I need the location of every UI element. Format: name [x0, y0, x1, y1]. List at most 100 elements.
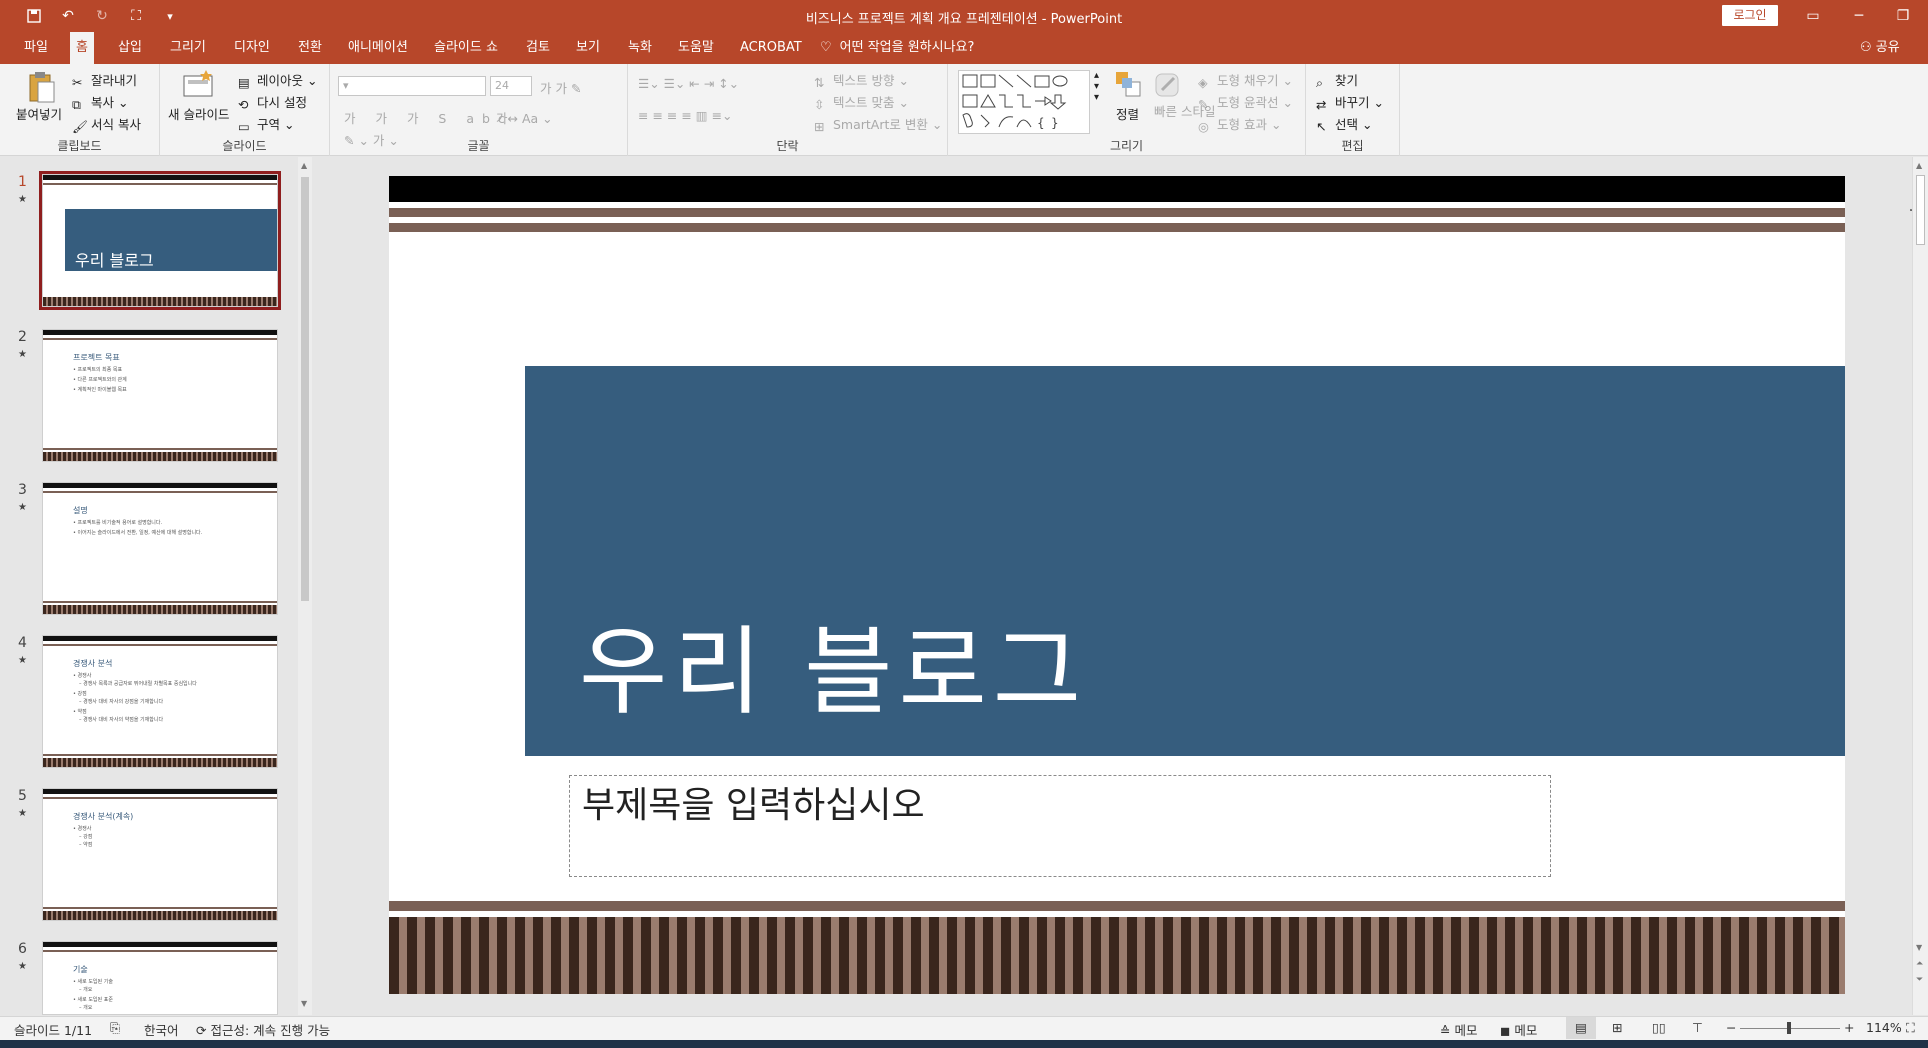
section-button[interactable]: ▭ 구역 ⌄ — [238, 114, 294, 134]
font-format-buttons[interactable]: 가 가 가 S abc — [344, 108, 513, 127]
smartart-button[interactable]: ⊞ SmartArt로 변환 ⌄ — [814, 114, 942, 134]
replace-button[interactable]: ⇄ 바꾸기 ⌄ — [1316, 92, 1384, 112]
bullets-icon[interactable]: ☰⌄ ☰⌄ ⇤ ⇥ ↕⌄ — [638, 76, 739, 91]
tab-help[interactable]: 도움말 — [672, 32, 720, 64]
scroll-down-icon[interactable]: ▼ — [301, 999, 307, 1008]
share-button[interactable]: ⚇ 공유 — [1860, 32, 1900, 64]
copy-icon: ⧉ — [72, 96, 81, 112]
char-spacing-icon[interactable]: 가↔ Aa ⌄ — [496, 108, 553, 127]
thumb-line: • 계획적인 마이블웹 목표 — [73, 387, 127, 393]
subtitle-text[interactable]: 부제목을 입력하십시오 — [582, 776, 925, 828]
subtitle-placeholder[interactable]: 부제목을 입력하십시오 — [569, 775, 1551, 877]
language-indicator[interactable]: 한국어 — [144, 1020, 179, 1039]
cursor-icon: ↖ — [1316, 118, 1327, 134]
find-button[interactable]: ⌕ 찾기 — [1316, 70, 1358, 90]
scroll-up-icon[interactable]: ▲ — [1916, 161, 1922, 170]
tab-review[interactable]: 검토 — [520, 32, 556, 64]
quick-styles-icon[interactable] — [1152, 70, 1186, 104]
shapes-gallery[interactable]: {} — [958, 70, 1090, 134]
normal-view-icon[interactable]: ▤ — [1566, 1017, 1596, 1039]
editor-vertical-scrollbar[interactable]: ▲ ▼ ⏶ ⏷ — [1912, 157, 1928, 1015]
arrange-button[interactable]: 정렬 — [1116, 104, 1139, 123]
pen-icon: ✎ — [1198, 96, 1209, 112]
shape-effects-label: 도형 효과 — [1217, 117, 1267, 132]
scroll-down-icon[interactable]: ▼ — [1916, 943, 1922, 952]
previous-slide-icon[interactable]: ⏶ — [1916, 959, 1923, 969]
zoom-in-icon[interactable]: + — [1844, 1020, 1854, 1035]
tab-draw[interactable]: 그리기 — [164, 32, 212, 64]
tab-home[interactable]: 홈 — [70, 32, 94, 64]
login-button[interactable]: 로그인 — [1722, 5, 1778, 26]
tab-view[interactable]: 보기 — [570, 32, 606, 64]
paste-icon[interactable] — [24, 70, 58, 104]
thumb-line: • 이어지는 슬라이드에서 전환, 일정, 예산에 대해 설명합니다. — [73, 530, 203, 536]
tab-file[interactable]: 파일 — [18, 32, 54, 64]
shape-effects-button[interactable]: ◎ 도형 효과 ⌄ — [1198, 114, 1281, 134]
slide-thumbnail[interactable]: 프로젝트 목표 • 프로젝트의 최종 목표 • 다른 프로젝트와의 관계 • 계… — [42, 329, 278, 462]
scroll-thumb[interactable] — [301, 177, 309, 601]
font-name-box[interactable]: ▾ — [338, 76, 486, 96]
slide-sorter-icon[interactable]: ⊞ — [1612, 1020, 1622, 1035]
align-text-button[interactable]: ⇳ 텍스트 맞춤 ⌄ — [814, 92, 909, 112]
maximize-icon[interactable]: ❐ — [1880, 0, 1926, 32]
fit-to-window-icon[interactable]: ⛶ — [1906, 1020, 1915, 1036]
thumb-top-bar — [43, 483, 277, 488]
tell-me-search[interactable]: ♡ 어떤 작업을 원하시나요? — [820, 32, 974, 64]
zoom-slider-thumb[interactable] — [1787, 1022, 1791, 1034]
tab-transitions[interactable]: 전환 — [292, 32, 328, 64]
scroll-thumb[interactable] — [1916, 175, 1925, 245]
thumb-stripes — [43, 605, 277, 614]
tab-design[interactable]: 디자인 — [228, 32, 276, 64]
gallery-scroll-icon[interactable]: ▴ ▾ ▾ — [1094, 70, 1099, 103]
notes-button[interactable]: ≙ 메모 — [1440, 1020, 1477, 1039]
tab-record[interactable]: 녹화 — [622, 32, 658, 64]
shape-fill-label: 도형 채우기 — [1217, 73, 1279, 88]
layout-button[interactable]: ▤ 레이아웃 ⌄ — [238, 70, 317, 90]
minimize-icon[interactable]: ─ — [1836, 0, 1882, 32]
layout-icon: ▤ — [238, 74, 250, 90]
thumb-stripes — [43, 758, 277, 767]
new-slide-button[interactable]: 새 슬라이드 — [168, 104, 229, 123]
current-slide[interactable]: 우리 블로그 부제목을 입력하십시오 — [389, 176, 1845, 994]
font-size-box[interactable]: 24 — [490, 76, 532, 96]
slide-thumbnail[interactable]: 기술 • 새로 도입된 기술 – 개요 • 새로 도입된 표준 – 개요 — [42, 941, 278, 1015]
comments-button[interactable]: ◼ 메모 — [1500, 1020, 1537, 1039]
arrange-icon[interactable] — [1114, 70, 1148, 104]
zoom-level[interactable]: 114% — [1866, 1020, 1902, 1035]
slide-thumbnail[interactable]: 우리 블로그 — [39, 171, 281, 310]
ribbon-display-options-icon[interactable]: ▭ — [1790, 0, 1836, 32]
slide-top-line-2 — [389, 223, 1845, 232]
thumbnail-scrollbar[interactable]: ▲ ▼ — [298, 157, 312, 1015]
slide-thumbnail[interactable]: 경쟁사 분석(계속) • 경쟁사 – 강점 – 약점 — [42, 788, 278, 921]
cut-button[interactable]: ✂ 잘라내기 — [72, 70, 137, 90]
slide-title[interactable]: 우리 블로그 — [579, 594, 1087, 733]
next-slide-icon[interactable]: ⏷ — [1916, 975, 1923, 985]
thumb-top-bar — [43, 636, 277, 641]
alignment-icons[interactable]: ≡ ≡ ≡ ≡ ▥ ≡⌄ — [638, 108, 733, 123]
new-slide-icon[interactable] — [182, 70, 216, 104]
tab-animations[interactable]: 애니메이션 — [342, 32, 414, 64]
slideshow-icon[interactable]: ⊤ — [1692, 1020, 1703, 1035]
paste-button[interactable]: 붙여넣기 — [16, 104, 62, 123]
copy-button[interactable]: ⧉ 복사 ⌄ — [72, 92, 128, 112]
accessibility-status[interactable]: ⟳ 접근성: 계속 진행 가능 — [196, 1020, 330, 1039]
shape-outline-button[interactable]: ✎ 도형 윤곽선 ⌄ — [1198, 92, 1293, 112]
tab-acrobat[interactable]: ACROBAT — [734, 32, 808, 64]
spelling-icon[interactable]: ⎘ — [110, 1020, 120, 1036]
slides-group-label: 슬라이드 — [222, 139, 267, 153]
group-font: ▾ 24 가 가 ✎ 가 가 가 S abc 가↔ Aa ⌄ ✎ ⌄ 가 ⌄ 글… — [330, 64, 628, 156]
shape-fill-button[interactable]: ◈ 도형 채우기 ⌄ — [1198, 70, 1293, 90]
format-painter-button[interactable]: 🖌 서식 복사 — [72, 114, 141, 134]
grow-font-icon[interactable]: 가 가 ✎ — [540, 78, 581, 97]
reset-button[interactable]: ⟲ 다시 설정 — [238, 92, 307, 112]
tab-slideshow[interactable]: 슬라이드 쇼 — [428, 32, 504, 64]
tab-insert[interactable]: 삽입 — [112, 32, 148, 64]
reading-view-icon[interactable]: ▯▯ — [1652, 1020, 1666, 1035]
title-placeholder[interactable]: 우리 블로그 — [525, 366, 1845, 756]
slide-thumbnail[interactable]: 설명 • 프로젝트를 비기술적 용어로 설명합니다. • 이어지는 슬라이드에서… — [42, 482, 278, 615]
text-direction-button[interactable]: ⇅ 텍스트 방향 ⌄ — [814, 70, 909, 90]
zoom-out-icon[interactable]: − — [1726, 1020, 1736, 1035]
select-button[interactable]: ↖ 선택 ⌄ — [1316, 114, 1372, 134]
scroll-up-icon[interactable]: ▲ — [301, 161, 307, 170]
slide-thumbnail[interactable]: 경쟁사 분석 • 경쟁사 – 경쟁사 목록과 공급자로 뛰어내릴 차별목표 중심… — [42, 635, 278, 768]
